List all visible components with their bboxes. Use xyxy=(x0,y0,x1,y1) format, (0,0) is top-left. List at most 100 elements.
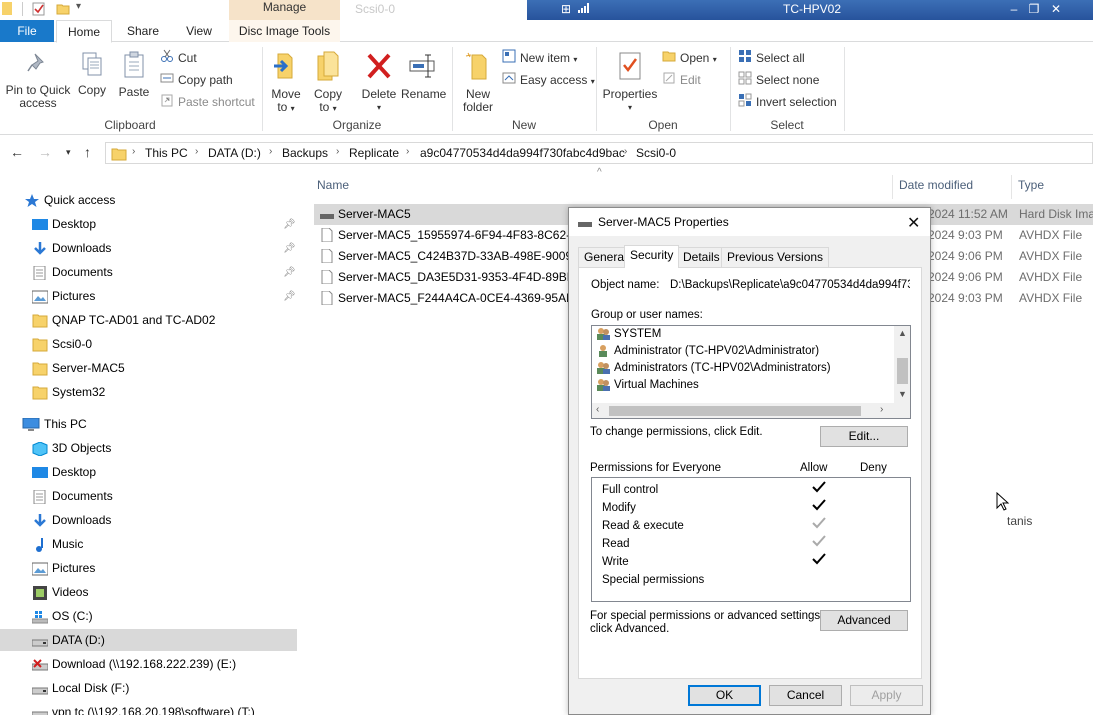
nav-item-3d-objects[interactable]: 3D Objects xyxy=(0,437,297,459)
easy-access-button[interactable]: Easy access ▾ xyxy=(502,71,595,89)
nav-item-pictures-pc[interactable]: Pictures xyxy=(0,557,297,579)
paste-shortcut-button[interactable]: Paste shortcut xyxy=(160,93,255,111)
pin-icon[interactable]: 📌︎ xyxy=(283,214,296,236)
pin-icon[interactable]: 📌︎ xyxy=(283,262,296,284)
pin-icon[interactable]: 📌︎ xyxy=(283,238,296,260)
scroll-up-icon[interactable]: ▲ xyxy=(898,328,907,338)
rename-button[interactable]: Rename xyxy=(401,51,446,101)
folder-icon[interactable] xyxy=(2,2,12,15)
properties-button[interactable]: Properties ▾ xyxy=(602,51,658,114)
pin-to-quick-access-button[interactable]: Pin to Quick access xyxy=(4,51,72,110)
nav-item-data-d[interactable]: DATA (D:) xyxy=(0,629,297,651)
scroll-left-icon[interactable]: ‹ xyxy=(596,404,599,415)
new-item-button[interactable]: New item ▾ xyxy=(502,49,577,67)
minimize-icon[interactable]: – xyxy=(1003,1,1025,17)
list-item[interactable]: SYSTEM xyxy=(596,326,661,343)
move-to-button[interactable]: Move to ▾ xyxy=(268,51,304,115)
tab-details[interactable]: Details xyxy=(677,247,726,267)
nav-item-server-mac5[interactable]: Server-MAC5 xyxy=(0,357,297,379)
remote-connection-bar[interactable]: ⊞ TC-HPV02 – ❐ ✕ xyxy=(527,0,1093,20)
advanced-button[interactable]: Advanced xyxy=(820,610,908,631)
nav-item-documents[interactable]: Documents 📌︎ xyxy=(0,261,297,283)
nav-item-documents-pc[interactable]: Documents xyxy=(0,485,297,507)
apply-button[interactable]: Apply xyxy=(850,685,923,706)
qat-dropdown-icon[interactable]: ▾ xyxy=(76,1,81,12)
nav-item-downloads[interactable]: Downloads 📌︎ xyxy=(0,237,297,259)
pin-icon[interactable]: 📌︎ xyxy=(283,286,296,308)
tab-previous-versions[interactable]: Previous Versions xyxy=(721,247,830,267)
properties-check-icon[interactable] xyxy=(32,2,46,16)
tab-security[interactable]: Security xyxy=(624,245,680,268)
copy-to-button[interactable]: Copy to ▾ xyxy=(310,51,346,115)
back-arrow-icon[interactable]: ← xyxy=(10,144,24,160)
tab-share[interactable]: Share xyxy=(118,20,168,42)
invert-selection-button[interactable]: Invert selection xyxy=(738,93,837,111)
restore-icon[interactable]: ❐ xyxy=(1023,1,1045,17)
breadcrumb-replicate[interactable]: Replicate xyxy=(349,146,399,160)
divider[interactable] xyxy=(1011,175,1012,199)
address-bar[interactable]: › This PC › DATA (D:) › Backups › Replic… xyxy=(105,142,1093,164)
cut-button[interactable]: Cut xyxy=(160,49,197,67)
nav-item-scsi0-0[interactable]: Scsi0-0 xyxy=(0,333,297,355)
breadcrumb-scsi0-0[interactable]: Scsi0-0 xyxy=(636,146,676,160)
up-arrow-icon[interactable]: ↑ xyxy=(84,144,91,160)
tab-disc-image-tools[interactable]: Disc Image Tools xyxy=(229,20,340,42)
delete-button[interactable]: Delete ▾ xyxy=(360,51,398,114)
nav-item-desktop-pc[interactable]: Desktop xyxy=(0,461,297,483)
edit-button[interactable]: Edit xyxy=(662,71,701,89)
tab-home[interactable]: Home xyxy=(56,20,112,43)
open-button[interactable]: Open ▾ xyxy=(662,49,717,67)
nav-item-system32[interactable]: System32 xyxy=(0,381,297,403)
column-type[interactable]: Type xyxy=(1018,178,1044,192)
nav-item-qnap[interactable]: QNAP TC-AD01 and TC-AD02 xyxy=(0,309,297,331)
document-icon xyxy=(32,265,48,281)
edit-button[interactable]: Edit... xyxy=(820,426,908,447)
users-listbox[interactable]: SYSTEM Administrator (TC-HPV02\Administr… xyxy=(591,325,911,419)
breadcrumb-vm-guid[interactable]: a9c04770534d4da994f730fabc4d9bac xyxy=(420,146,625,160)
close-icon[interactable]: ✕ xyxy=(907,213,920,233)
nav-item-downloads-pc[interactable]: Downloads xyxy=(0,509,297,531)
tab-file[interactable]: File xyxy=(0,20,54,42)
scroll-down-icon[interactable]: ▼ xyxy=(898,389,907,399)
nav-item-download-e[interactable]: Download (\\192.168.222.239) (E:) xyxy=(0,653,297,675)
object-name-label: Object name: xyxy=(591,279,660,291)
copy-path-button[interactable]: Copy path xyxy=(160,71,233,89)
nav-item-desktop[interactable]: Desktop 📌︎ xyxy=(0,213,297,235)
select-all-button[interactable]: Select all xyxy=(738,49,805,67)
breadcrumb-backups[interactable]: Backups xyxy=(282,146,328,160)
recent-locations-icon[interactable]: ▾ xyxy=(66,147,71,158)
nav-item-videos[interactable]: Videos xyxy=(0,581,297,603)
divider[interactable] xyxy=(892,175,893,199)
nav-item-vpn-t[interactable]: vpn tc (\\192.168.20.198\software) (T:) xyxy=(0,701,297,715)
dialog-title-bar[interactable]: Server-MAC5 Properties ✕ xyxy=(569,208,930,236)
select-none-button[interactable]: Select none xyxy=(738,71,819,89)
nav-item-pictures[interactable]: Pictures 📌︎ xyxy=(0,285,297,307)
nav-item-os-c[interactable]: OS (C:) xyxy=(0,605,297,627)
breadcrumb-this-pc[interactable]: This PC xyxy=(145,146,188,160)
list-item[interactable]: Administrator (TC-HPV02\Administrator) xyxy=(596,343,819,360)
close-icon[interactable]: ✕ xyxy=(1045,1,1067,17)
scroll-right-icon[interactable]: › xyxy=(880,404,883,415)
nav-quick-access[interactable]: Quick access xyxy=(0,189,297,211)
ok-button[interactable]: OK xyxy=(688,685,761,706)
nav-item-local-disk-f[interactable]: Local Disk (F:) xyxy=(0,677,297,699)
paste-button[interactable]: Paste xyxy=(116,51,152,99)
breadcrumb-data-d[interactable]: DATA (D:) xyxy=(208,146,261,160)
column-date-modified[interactable]: Date modified xyxy=(899,178,973,192)
nav-item-music[interactable]: Music xyxy=(0,533,297,555)
column-name[interactable]: Name xyxy=(317,178,349,192)
forward-arrow-icon[interactable]: → xyxy=(38,144,52,160)
disconnected-drive-icon xyxy=(31,657,49,671)
copy-button[interactable]: Copy xyxy=(74,51,110,97)
nav-this-pc[interactable]: This PC xyxy=(0,413,297,435)
list-item[interactable]: Virtual Machines xyxy=(596,377,699,394)
scroll-thumb[interactable] xyxy=(897,358,908,384)
new-folder-icon[interactable] xyxy=(56,2,70,16)
vertical-scrollbar[interactable]: ▲ ▼ xyxy=(894,326,910,404)
list-item[interactable]: Administrators (TC-HPV02\Administrators) xyxy=(596,360,831,377)
scroll-thumb[interactable] xyxy=(609,406,861,416)
new-folder-button[interactable]: New folder xyxy=(458,51,498,114)
tab-view[interactable]: View xyxy=(178,20,220,42)
horizontal-scrollbar[interactable]: ‹ › xyxy=(592,403,910,418)
cancel-button[interactable]: Cancel xyxy=(769,685,842,706)
